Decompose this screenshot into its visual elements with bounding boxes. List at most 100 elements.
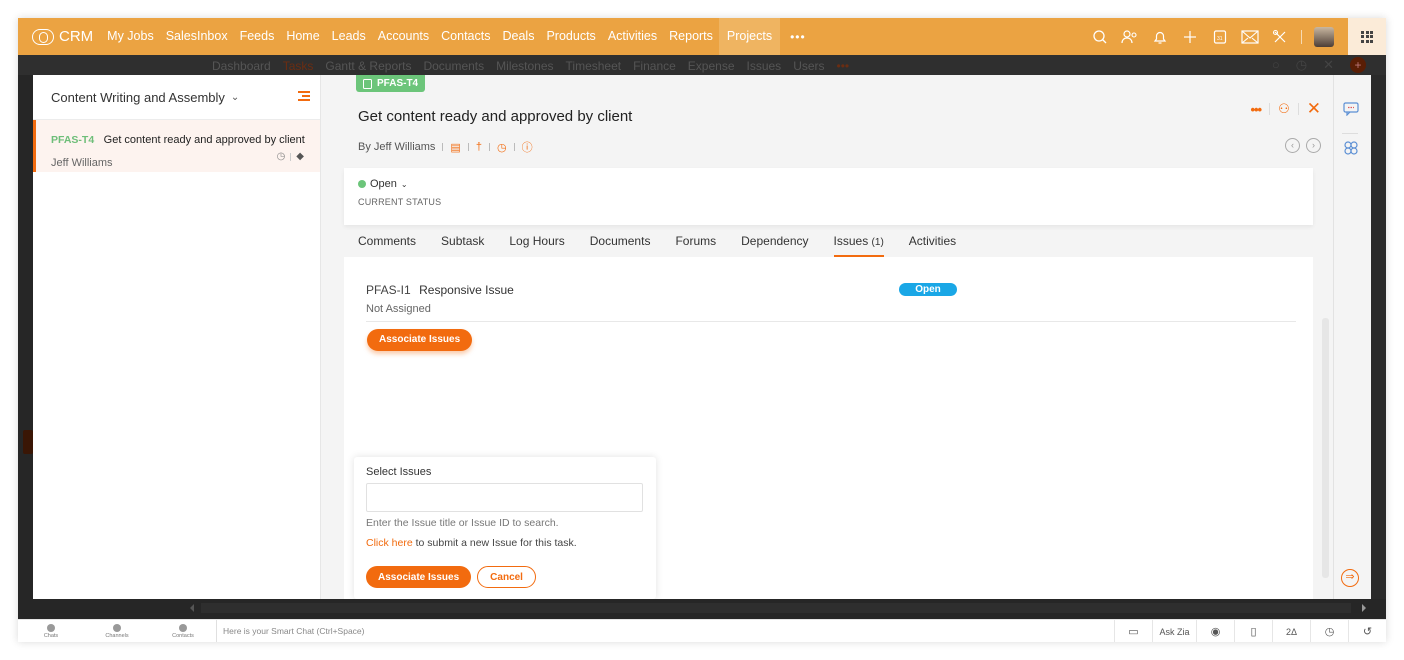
task-meta: By Jeff Williams ▤ † ◷ ⓘ xyxy=(358,139,533,155)
horizontal-scrollbar[interactable] xyxy=(18,599,1386,619)
add-follower-icon[interactable]: ⚇ xyxy=(1278,101,1290,117)
popup-actions: Associate Issues Cancel xyxy=(366,566,644,588)
nav-feeds[interactable]: Feeds xyxy=(234,18,281,55)
alarm-clock-icon[interactable]: ◷ xyxy=(1310,620,1348,642)
tools-icon[interactable] xyxy=(1265,18,1295,55)
status-dot-icon xyxy=(358,180,366,188)
nav-leads[interactable]: Leads xyxy=(326,18,372,55)
task-name: Get content ready and approved by client xyxy=(103,134,305,146)
nav-contacts[interactable]: Contacts xyxy=(435,18,496,55)
subnav-milestones: Milestones xyxy=(496,59,554,73)
ask-zia-button[interactable]: Ask Zia xyxy=(1152,620,1196,642)
chevron-down-icon[interactable]: ⌄ xyxy=(231,92,239,103)
timer-icon[interactable]: ◷ xyxy=(277,151,286,162)
notes-icon[interactable]: ▯ xyxy=(1234,620,1272,642)
tab-log-hours[interactable]: Log Hours xyxy=(509,233,564,257)
nav-home[interactable]: Home xyxy=(280,18,325,55)
background-right-strip xyxy=(1371,75,1386,605)
associate-issues-button[interactable]: Associate Issues xyxy=(367,329,473,351)
subnav-issues: Issues xyxy=(746,59,782,73)
user-avatar[interactable] xyxy=(1314,26,1334,47)
expand-panel-icon[interactable]: ⇒ xyxy=(1341,569,1359,587)
bottom-right-tools: ▭ Ask Zia ◉ ▯ 2Δ ◷ ↺ xyxy=(1114,620,1386,642)
nav-deals[interactable]: Deals xyxy=(497,18,541,55)
search-icon[interactable] xyxy=(1085,18,1115,55)
nav-more-button[interactable]: ••• xyxy=(780,30,816,44)
scrollbar-track[interactable] xyxy=(201,603,1351,613)
nav-projects[interactable]: Projects xyxy=(718,18,781,55)
nav-activities[interactable]: Activities xyxy=(602,18,663,55)
tab-issues[interactable]: Issues (1) xyxy=(833,233,884,257)
calendar-icon[interactable]: 31 xyxy=(1205,18,1235,55)
tab-dependency[interactable]: Dependency xyxy=(741,233,808,257)
task-tabs: Comments Subtask Log Hours Documents For… xyxy=(358,233,981,257)
app-launcher-button[interactable] xyxy=(1348,18,1386,55)
screen-share-icon[interactable]: ▭ xyxy=(1114,620,1152,642)
issue-row: PFAS-I1 Responsive Issue Not Assigned Op… xyxy=(366,281,1296,322)
nav-reports[interactable]: Reports xyxy=(663,18,719,55)
tab-comments[interactable]: Comments xyxy=(358,233,416,257)
list-menu-icon[interactable] xyxy=(298,91,310,101)
contacts-icon[interactable] xyxy=(1115,18,1145,55)
crm-logo[interactable]: CRM xyxy=(18,28,93,45)
click-here-link[interactable]: Click here xyxy=(366,537,413,549)
status-dropdown[interactable]: Open ⌄ xyxy=(358,178,1299,190)
chats-icon xyxy=(47,623,55,632)
subnav-timesheet: Timesheet xyxy=(565,59,622,73)
vertical-scrollbar[interactable] xyxy=(1322,318,1329,578)
info-icon[interactable]: ⓘ xyxy=(522,139,533,155)
comment-icon[interactable]: ▤ xyxy=(450,141,460,154)
popup-associate-issues-button[interactable]: Associate Issues xyxy=(366,566,472,588)
task-title[interactable]: Get content ready and approved by client xyxy=(358,108,632,125)
issue-search-input[interactable] xyxy=(366,483,643,512)
bottom-contacts[interactable]: Contacts xyxy=(150,620,216,643)
tab-forums[interactable]: Forums xyxy=(675,233,716,257)
cancel-button[interactable]: Cancel xyxy=(477,566,536,588)
subnav-tools-icon: ✕ xyxy=(1323,57,1334,72)
priority-diamond-icon[interactable]: ◆ xyxy=(296,151,304,162)
nav-my-jobs[interactable]: My Jobs xyxy=(101,18,160,55)
issue-title[interactable]: Responsive Issue xyxy=(419,283,514,297)
scroll-left-arrow-icon[interactable] xyxy=(190,604,194,612)
nav-accounts[interactable]: Accounts xyxy=(372,18,435,55)
extensions-icon[interactable] xyxy=(1343,141,1359,155)
task-checkbox-icon xyxy=(363,78,372,89)
nav-products[interactable]: Products xyxy=(540,18,601,55)
attachment-icon[interactable]: † xyxy=(476,141,482,153)
bottom-smart-chat-bar: Chats Channels Contacts Here is your Sma… xyxy=(18,619,1386,642)
zia-icon[interactable]: 2Δ xyxy=(1272,620,1310,642)
mail-icon[interactable] xyxy=(1235,18,1265,55)
background-sidebar-dimmed xyxy=(18,75,33,605)
history-icon[interactable]: ↺ xyxy=(1348,620,1386,642)
logo-text: CRM xyxy=(59,28,94,45)
more-options-icon[interactable]: ••• xyxy=(1250,102,1262,117)
next-task-icon[interactable]: › xyxy=(1306,138,1321,153)
timer-icon[interactable]: ◷ xyxy=(497,141,507,154)
tasklist-title[interactable]: Content Writing and Assembly xyxy=(51,90,225,105)
scroll-right-arrow-icon[interactable] xyxy=(1362,604,1366,612)
close-icon[interactable]: ✕ xyxy=(1307,99,1321,119)
contacts-icon xyxy=(179,623,187,632)
smart-chat-input[interactable]: Here is your Smart Chat (Ctrl+Space) xyxy=(216,619,536,642)
previous-task-icon[interactable]: ‹ xyxy=(1285,138,1300,153)
chat-bubble-icon[interactable] xyxy=(1343,102,1359,117)
contacts-label: Contacts xyxy=(172,632,194,639)
grid-icon xyxy=(1361,30,1373,43)
tab-subtask[interactable]: Subtask xyxy=(441,233,484,257)
bottom-chats[interactable]: Chats xyxy=(18,620,84,643)
tab-documents[interactable]: Documents xyxy=(590,233,651,257)
task-list-item[interactable]: PFAS-T4 Get content ready and approved b… xyxy=(33,120,320,172)
tab-activities[interactable]: Activities xyxy=(909,233,956,257)
bell-icon[interactable] xyxy=(1145,18,1175,55)
top-icon-group: 31 xyxy=(1085,18,1334,55)
right-rail: ⇒ xyxy=(1322,75,1371,599)
plus-icon[interactable] xyxy=(1175,18,1205,55)
app-window: CRM My Jobs SalesInbox Feeds Home Leads … xyxy=(18,18,1386,642)
status-value: Open xyxy=(370,178,397,190)
task-id: PFAS-T4 xyxy=(51,134,95,146)
gamepad-icon[interactable]: ◉ xyxy=(1196,620,1234,642)
status-label: CURRENT STATUS xyxy=(358,197,442,207)
bottom-channels[interactable]: Channels xyxy=(84,620,150,643)
subnav-dashboard: Dashboard xyxy=(212,59,271,73)
nav-salesinbox[interactable]: SalesInbox xyxy=(160,18,234,55)
